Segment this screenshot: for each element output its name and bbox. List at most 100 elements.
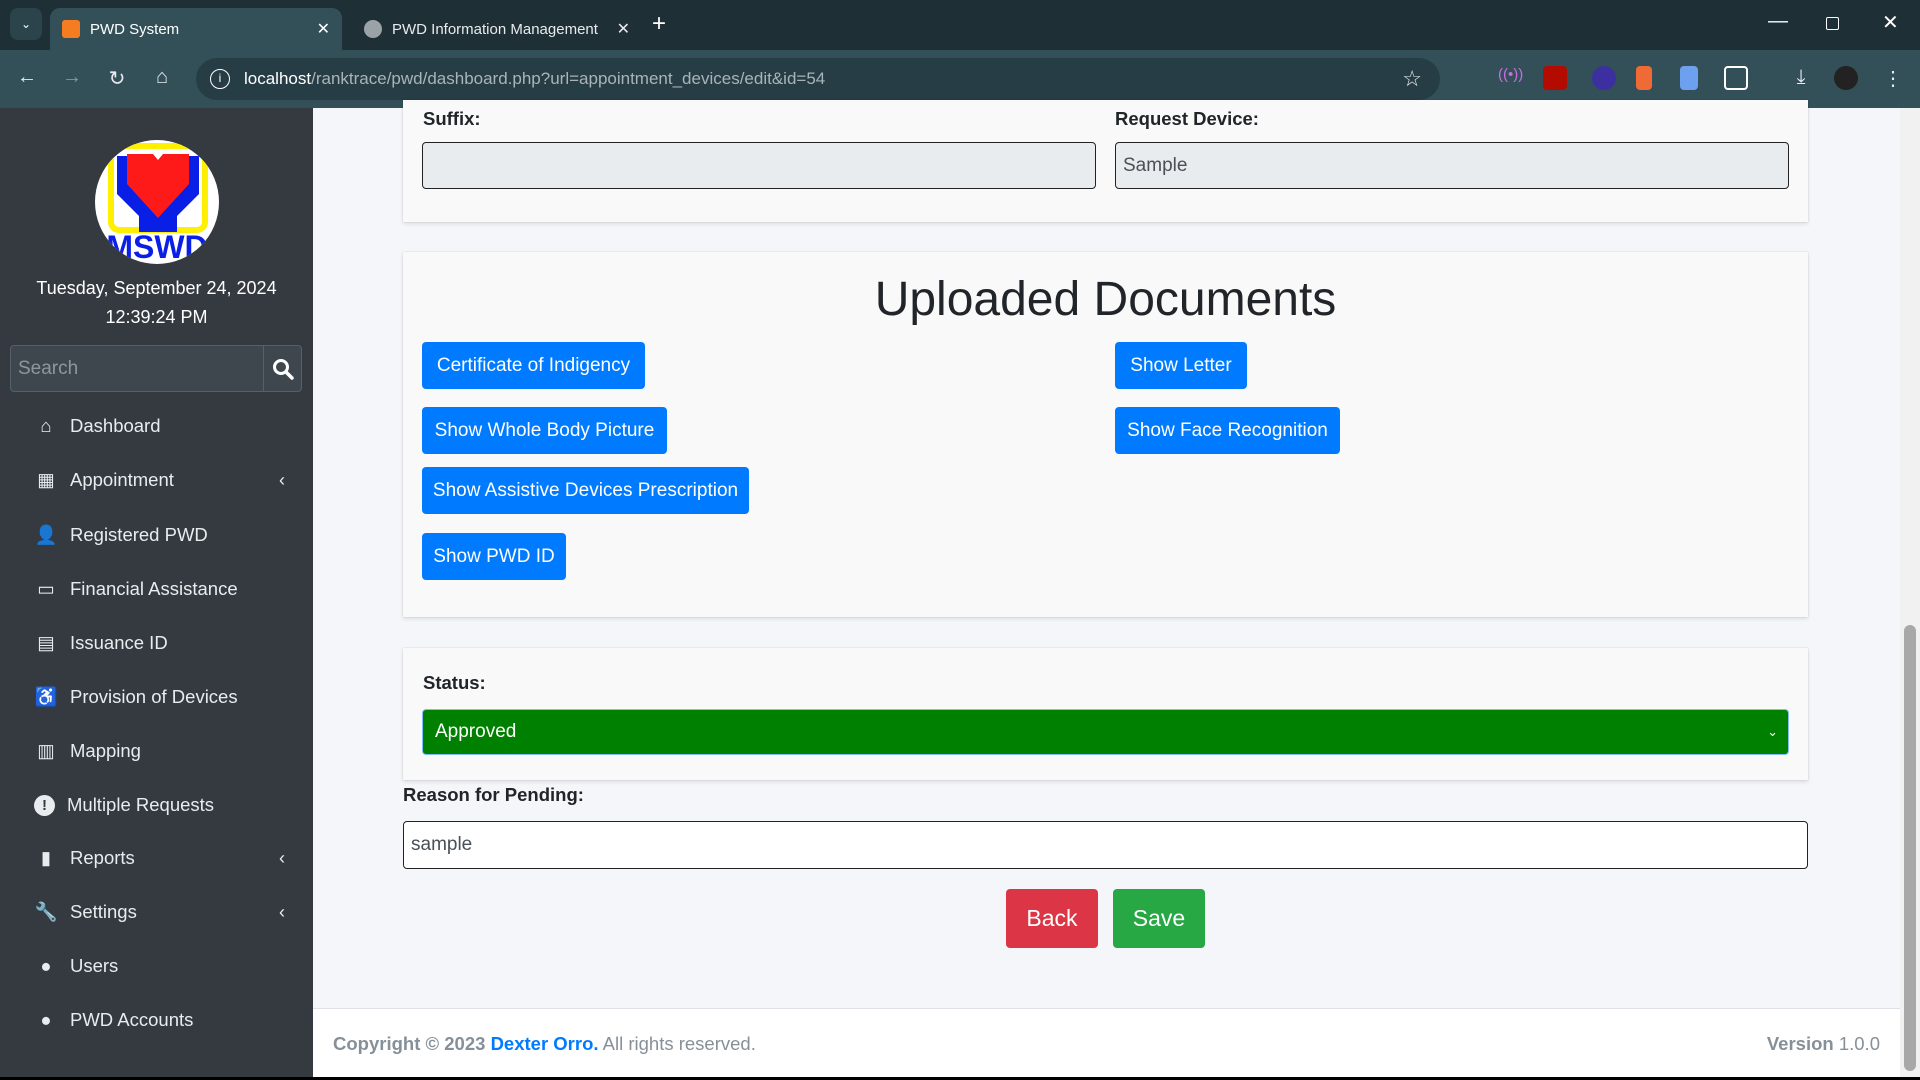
tab-pwd-system[interactable]: PWD System ✕ <box>50 8 342 50</box>
user-icon: ● <box>40 955 52 976</box>
save-button[interactable]: Save <box>1113 889 1205 948</box>
browser-menu-icon[interactable]: ⋮ <box>1880 66 1906 91</box>
status-select[interactable]: Approved ⌄ <box>422 709 1789 755</box>
reason-label: Reason for Pending: <box>403 784 584 805</box>
download-icon[interactable]: ⤓ <box>1788 66 1814 89</box>
money-icon: ▭ <box>37 578 55 599</box>
request-device-label: Request Device: <box>1115 108 1259 129</box>
sidebar-item-label: Reports <box>70 847 135 868</box>
minimize-button[interactable]: — <box>1768 10 1788 33</box>
wrench-icon: 🔧 <box>34 901 58 922</box>
show-letter-button[interactable]: Show Letter <box>1115 342 1247 389</box>
sidebar-item-label: PWD Accounts <box>70 1009 194 1030</box>
status-label: Status: <box>423 672 486 693</box>
sidebar-item-appointment[interactable]: ▦ Appointment ‹ <box>0 455 313 505</box>
suffix-label: Suffix: <box>423 108 481 129</box>
browser-tab-bar: ⌄ PWD System ✕ PWD Information Managemen… <box>0 0 1920 50</box>
restore-button[interactable] <box>1826 17 1839 30</box>
chevron-left-icon: ‹ <box>279 847 285 868</box>
forward-nav-icon[interactable]: → <box>59 66 85 89</box>
bookmark-star-icon[interactable]: ☆ <box>1402 66 1422 92</box>
show-face-recognition-button[interactable]: Show Face Recognition <box>1115 407 1340 454</box>
sidebar-item-label: Mapping <box>70 740 141 761</box>
extension-copy-icon[interactable] <box>1680 66 1698 90</box>
exclamation-icon: ! <box>34 794 55 816</box>
sidebar-item-label: Issuance ID <box>70 632 168 653</box>
calendar-icon: ▦ <box>37 469 55 490</box>
sidebar-item-label: Provision of Devices <box>70 686 238 707</box>
reload-icon[interactable]: ↻ <box>104 66 130 91</box>
url-bar[interactable]: i localhost/ranktrace/pwd/dashboard.php?… <box>196 58 1440 100</box>
sidebar-item-registered-pwd[interactable]: 👤 Registered PWD <box>0 510 313 560</box>
extensions-puzzle-icon[interactable] <box>1724 66 1748 90</box>
certificate-of-indigency-button[interactable]: Certificate of Indigency <box>422 342 645 389</box>
new-tab-button[interactable]: + <box>652 10 666 38</box>
rights-text: All rights reserved. <box>602 1033 756 1054</box>
sidebar-item-label: Appointment <box>70 469 174 490</box>
user-icon: ● <box>40 1009 52 1030</box>
uploaded-documents-card: Uploaded Documents Certificate of Indige… <box>403 252 1808 617</box>
sidebar-item-pwd-accounts[interactable]: ● PWD Accounts <box>0 995 313 1045</box>
home-nav-icon[interactable]: ⌂ <box>149 66 175 89</box>
sidebar-item-provision-of-devices[interactable]: ♿ Provision of Devices <box>0 672 313 722</box>
sidebar-item-reports[interactable]: ▮ Reports ‹ <box>0 833 313 883</box>
sidebar-item-label: Dashboard <box>70 415 161 436</box>
author-link[interactable]: Dexter Orro. <box>491 1033 599 1054</box>
personal-info-card: Suffix: Request Device: Sample <box>403 100 1808 222</box>
globe-icon <box>364 20 382 38</box>
search-button[interactable] <box>263 346 301 391</box>
chevron-left-icon: ‹ <box>279 469 285 490</box>
chevron-left-icon: ‹ <box>279 901 285 922</box>
sidebar-item-financial-assistance[interactable]: ▭ Financial Assistance <box>0 564 313 614</box>
request-device-field[interactable]: Sample <box>1115 142 1789 189</box>
version-label: Version <box>1766 1033 1834 1054</box>
map-icon: ▥ <box>37 740 55 761</box>
scrollbar-thumb[interactable] <box>1904 625 1916 1071</box>
book-icon: ▮ <box>40 847 52 868</box>
site-info-icon[interactable]: i <box>210 69 230 89</box>
sidebar-item-label: Settings <box>70 901 137 922</box>
close-tab-icon[interactable]: ✕ <box>617 19 630 39</box>
documents-title: Uploaded Documents <box>874 273 1337 326</box>
sidebar-item-mapping[interactable]: ▥ Mapping <box>0 726 313 776</box>
close-tab-icon[interactable]: ✕ <box>317 19 330 39</box>
tab-pwd-information[interactable]: PWD Information Management ✕ <box>352 8 642 50</box>
user-plus-icon: 👤 <box>34 524 58 545</box>
search-input[interactable] <box>11 346 263 391</box>
suffix-field[interactable] <box>422 142 1096 189</box>
sidebar-item-dashboard[interactable]: ⌂ Dashboard <box>0 401 313 451</box>
back-nav-icon[interactable]: ← <box>14 66 40 89</box>
show-whole-body-picture-button[interactable]: Show Whole Body Picture <box>422 407 667 454</box>
sidebar-item-users[interactable]: ● Users <box>0 941 313 991</box>
wheelchair-icon: ♿ <box>34 686 58 707</box>
reason-field[interactable]: sample <box>403 821 1808 869</box>
back-button[interactable]: Back <box>1006 889 1098 948</box>
sidebar-item-label: Financial Assistance <box>70 578 238 599</box>
sidebar-item-issuance-id[interactable]: ▤ Issuance ID <box>0 618 313 668</box>
scrollbar[interactable] <box>1900 108 1920 1077</box>
extension-translate-icon[interactable] <box>1592 66 1616 90</box>
tab-list-button[interactable]: ⌄ <box>10 8 42 40</box>
sidebar-search <box>10 345 302 392</box>
extension-lighthouse-icon[interactable] <box>1636 66 1652 90</box>
close-window-button[interactable]: ✕ <box>1882 10 1899 35</box>
status-card: Status: Approved ⌄ <box>403 648 1808 780</box>
mswd-logo: MSWD <box>95 140 219 264</box>
profile-avatar[interactable] <box>1834 66 1858 90</box>
show-pwd-id-button[interactable]: Show PWD ID <box>422 533 566 580</box>
xampp-icon <box>62 20 80 38</box>
sidebar-item-multiple-requests[interactable]: ! Multiple Requests <box>0 780 313 830</box>
version-number: 1.0.0 <box>1838 1033 1880 1054</box>
extension-pdf-icon[interactable] <box>1543 66 1567 90</box>
extension-broadcast-icon[interactable]: ((•)) <box>1498 66 1523 90</box>
sidebar-item-label: Users <box>70 955 119 976</box>
sidebar-item-settings[interactable]: 🔧 Settings ‹ <box>0 887 313 937</box>
current-date: Tuesday, September 24, 2024 <box>36 278 277 298</box>
current-time: 12:39:24 PM <box>105 307 208 327</box>
show-prescription-button[interactable]: Show Assistive Devices Prescription <box>422 467 749 514</box>
sidebar-item-label: Multiple Requests <box>67 794 215 815</box>
search-icon <box>272 358 294 380</box>
sidebar-item-label: Registered PWD <box>70 524 208 545</box>
home-icon: ⌂ <box>40 415 52 436</box>
copyright-text: Copyright © 2023 <box>333 1033 486 1054</box>
